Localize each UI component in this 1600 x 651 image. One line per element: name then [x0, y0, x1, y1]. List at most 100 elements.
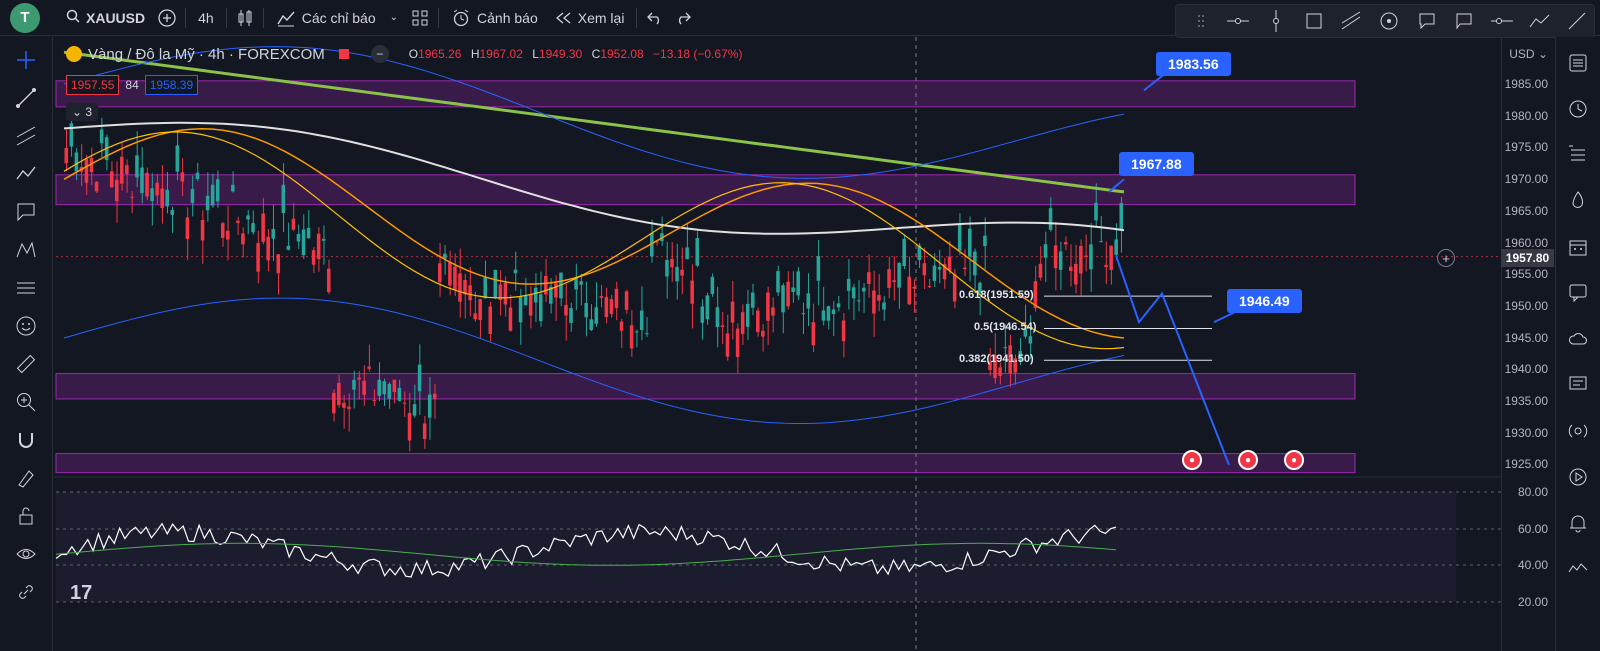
us-event-flag-icon[interactable]: ●	[1182, 450, 1202, 470]
candle-body	[473, 313, 477, 320]
replay-button[interactable]: Xem lại	[546, 4, 633, 32]
crosshair-icon[interactable]	[6, 43, 46, 76]
vertical-line-icon[interactable]	[1259, 7, 1293, 35]
fire-icon[interactable]	[1560, 183, 1596, 219]
resistance-callout[interactable]: 1967.88	[1119, 152, 1194, 176]
ruler-icon[interactable]	[6, 347, 46, 380]
bell-icon[interactable]	[1560, 505, 1596, 541]
candle-body	[791, 287, 795, 293]
chart-area[interactable]: Vàng / Đô la Mỹ · 4h · FOREXCOM − O1965.…	[54, 37, 1554, 651]
link-icon[interactable]	[6, 575, 46, 608]
buy-price-badge[interactable]: 1958.39	[144, 75, 199, 95]
candle-body	[241, 233, 245, 245]
redo-button[interactable]	[669, 4, 697, 32]
candle-body	[493, 269, 498, 299]
us-event-flag-icon[interactable]: ●	[1238, 450, 1258, 470]
candle-body	[332, 392, 336, 414]
compare-add-button[interactable]	[153, 4, 181, 32]
watchlist-icon[interactable]	[1560, 45, 1596, 81]
chart-canvas[interactable]	[54, 37, 1501, 651]
news-list-icon[interactable]	[1560, 137, 1596, 173]
candle-body	[665, 260, 669, 277]
zoom-icon[interactable]	[6, 385, 46, 418]
undo-button[interactable]	[641, 4, 669, 32]
candle-body	[1038, 263, 1043, 278]
drag-handle-icon[interactable]	[1184, 7, 1218, 35]
ray-icon[interactable]	[1485, 7, 1519, 35]
avatar[interactable]: T	[10, 2, 40, 33]
chat-icon[interactable]	[1560, 275, 1596, 311]
pattern-icon[interactable]	[6, 233, 46, 266]
add-alert-button[interactable]: +	[1437, 249, 1455, 267]
play-icon[interactable]	[1560, 459, 1596, 495]
candle-body	[397, 387, 402, 401]
signal-icon[interactable]	[1560, 413, 1596, 449]
wave-icon[interactable]	[1560, 551, 1596, 587]
change-value: −13.18 (−0.67%)	[653, 47, 743, 61]
cloud-icon[interactable]	[1560, 321, 1596, 357]
candle-body	[862, 287, 866, 292]
comment-icon[interactable]	[1560, 367, 1596, 403]
price-axis[interactable]: USD ⌄ 1985.00 1980.00 1975.00 1970.00 1965.0…	[1501, 37, 1554, 651]
chart-type-button[interactable]	[231, 4, 259, 32]
measure-icon[interactable]	[6, 271, 46, 304]
unlock-icon[interactable]	[6, 499, 46, 532]
candle-body	[432, 393, 437, 399]
minimize-legend-button[interactable]: −	[370, 45, 389, 63]
emoji-icon[interactable]	[6, 309, 46, 342]
candle-body	[84, 158, 89, 183]
candle-body	[135, 155, 139, 178]
sell-price-badge[interactable]: 1957.55	[66, 75, 120, 95]
candle-body	[680, 269, 684, 276]
symbol-search[interactable]: XAUUSD	[58, 4, 153, 32]
currency-label[interactable]: USD ⌄	[1509, 47, 1548, 61]
candle-body	[94, 181, 99, 192]
target-high-callout[interactable]: 1983.56	[1156, 52, 1231, 76]
candle-body	[639, 310, 644, 331]
bid-ask-row: 1957.55 84 1958.39	[66, 75, 199, 95]
current-price-label: 1957.80	[1501, 249, 1554, 267]
candle-body	[882, 302, 886, 310]
candle-body	[246, 215, 250, 220]
eye-icon[interactable]	[6, 537, 46, 570]
parallel-channel-icon[interactable]	[6, 119, 46, 152]
alerts-button[interactable]: Cảnh báo	[443, 4, 546, 32]
circle-target-icon[interactable]	[1372, 7, 1406, 35]
candle-body	[261, 213, 265, 242]
interval-button[interactable]: 4h	[190, 4, 222, 32]
lock-draw-icon[interactable]	[6, 461, 46, 494]
candle-body	[210, 184, 215, 206]
candle-body	[362, 380, 366, 395]
rectangle-icon[interactable]	[1297, 7, 1331, 35]
candle-body	[957, 224, 962, 251]
us-event-flag-icon[interactable]: ●	[1284, 450, 1304, 470]
note-icon[interactable]	[1447, 7, 1481, 35]
candle-body	[251, 223, 255, 233]
magnet-icon[interactable]	[6, 423, 46, 456]
trendline-tool-icon[interactable]	[1560, 7, 1594, 35]
indicators-button[interactable]: Các chỉ báo ⌄	[268, 4, 406, 32]
target-low-callout[interactable]: 1946.49	[1227, 289, 1302, 313]
candle-body	[624, 291, 629, 310]
brush-icon[interactable]	[6, 195, 46, 228]
candle-body	[109, 171, 114, 188]
candle-body	[851, 287, 856, 299]
trendline-icon[interactable]	[6, 81, 46, 114]
indicators-icon	[277, 11, 295, 26]
candle-body	[983, 235, 987, 247]
candle-body	[180, 172, 185, 182]
candle-body	[352, 379, 356, 390]
candle-body	[856, 300, 861, 302]
fib-channel-icon[interactable]	[1335, 7, 1369, 35]
pitchfork-icon[interactable]	[6, 157, 46, 190]
callout-icon[interactable]	[1410, 7, 1444, 35]
sr-zone	[55, 174, 1356, 206]
path-icon[interactable]	[1523, 7, 1557, 35]
collapsed-indicators-toggle[interactable]: ⌄ 3	[66, 103, 99, 121]
clock-icon[interactable]	[1560, 91, 1596, 127]
rsi-tick-label: 80.00	[1517, 485, 1548, 499]
rewind-icon	[555, 12, 571, 23]
calendar-icon[interactable]	[1560, 229, 1596, 265]
layout-button[interactable]	[406, 4, 434, 32]
horizontal-line-icon[interactable]	[1222, 7, 1256, 35]
